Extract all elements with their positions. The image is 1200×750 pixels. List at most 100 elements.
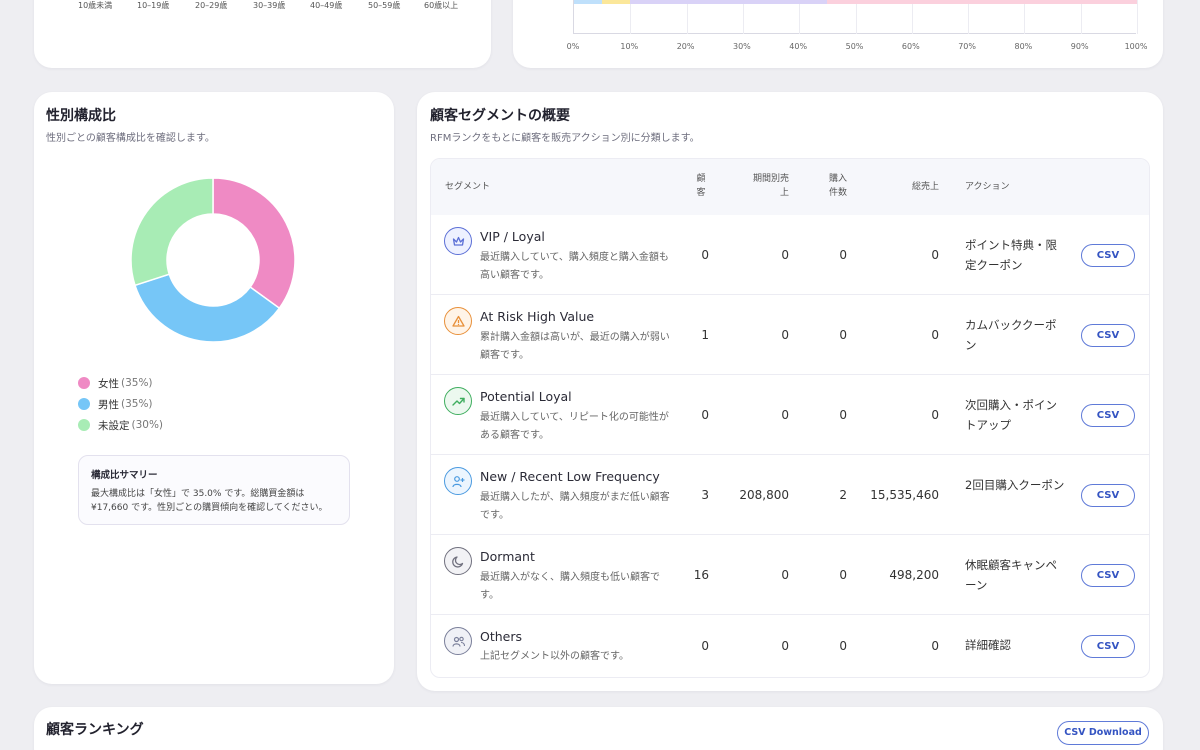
age-tick-label: 40–49歳 (310, 1, 343, 10)
segment-period-sales: 0 (781, 639, 789, 653)
legend-item-female[interactable]: 女性 (35%) (78, 375, 153, 391)
segment-description: 累計購入金額は高いが、最近の購入が弱い顧客です。 (480, 332, 670, 361)
users-icon (444, 627, 472, 655)
age-tick-label: 10歳未満 (78, 1, 113, 10)
stacked-bar-card: 0% 10% 20% 30% 40% 50% 60% 70% 80% 90% 100% (513, 0, 1163, 68)
summary-title: 構成比サマリー (91, 470, 158, 481)
segment-description: 最近購入したが、購入頻度がまだ低い顧客です。 (480, 492, 670, 521)
legend-percent: (30%) (131, 419, 164, 431)
gridline (1024, 0, 1026, 34)
gender-card-title: 性別構成比 (46, 108, 116, 124)
stacked-bar-segment (574, 0, 603, 4)
gender-donut-chart (130, 177, 296, 343)
segment-period-sales: 0 (781, 328, 789, 342)
segment-action: 2回目購入クーポン (965, 478, 1065, 492)
header-action: アクション (965, 182, 1010, 192)
summary-text: 最大構成比は「女性」で 35.0% です。総購買金額は ¥17,660 です。性… (91, 489, 328, 513)
customer-ranking-card: 顧客ランキング CSV Download (34, 707, 1163, 750)
segment-name: New / Recent Low Frequency (480, 469, 660, 484)
segment-card-title: 顧客セグメントの概要 (430, 108, 570, 124)
legend-swatch (78, 419, 90, 431)
segment-card-subtitle: RFMランクをもとに顧客を販売アクション別に分類します。 (430, 133, 700, 144)
x-tick-label: 20% (676, 42, 695, 51)
gridline (1080, 0, 1082, 34)
age-tick-label: 20–29歳 (195, 1, 228, 10)
x-tick-label: 0% (566, 42, 580, 51)
segment-total-sales: 0 (931, 639, 939, 653)
segment-csv-button[interactable]: CSV (1081, 564, 1135, 587)
segment-purchase-count: 0 (839, 639, 847, 653)
segment-purchase-count: 0 (839, 328, 847, 342)
segment-description: 最近購入していて、リピート化の可能性がある顧客です。 (480, 412, 669, 441)
segment-row: Others 上記セグメント以外の顧客です。 0 0 0 0 詳細確認 CSV (431, 615, 1149, 677)
segment-purchase-count: 0 (839, 248, 847, 262)
segment-table-header: セグメント 顧 客 期間別売 上 購入 件数 総売上 アクション (431, 159, 1149, 215)
segment-total-sales: 15,535,460 (870, 488, 939, 502)
moon-icon (444, 547, 472, 575)
gridline (1137, 0, 1138, 34)
stacked-bar-plot (573, 0, 1138, 34)
segment-customers: 3 (701, 488, 709, 502)
gridline (686, 0, 688, 34)
x-tick-label: 90% (1070, 42, 1089, 51)
segment-csv-button[interactable]: CSV (1081, 244, 1135, 267)
segment-csv-button[interactable]: CSV (1081, 635, 1135, 658)
x-tick-label: 40% (789, 42, 808, 51)
segment-row: New / Recent Low Frequency 最近購入したが、購入頻度がま… (431, 455, 1149, 535)
segment-customers: 16 (693, 568, 709, 582)
gridline (855, 0, 857, 34)
header-segment: セグメント (445, 182, 491, 192)
gridline (630, 0, 632, 34)
segment-period-sales: 0 (781, 408, 789, 422)
segment-name: At Risk High Value (480, 309, 595, 324)
legend-label: 女性 (98, 377, 119, 390)
user-plus-icon (444, 467, 472, 495)
donut-slice-未設定[interactable] (130, 177, 214, 287)
segment-purchase-count: 0 (839, 408, 847, 422)
crown-icon (444, 227, 472, 255)
segment-row: At Risk High Value 累計購入金額は高いが、最近の購入が弱い顧客で… (431, 295, 1149, 375)
segment-name: VIP / Loyal (480, 229, 545, 244)
legend-item-male[interactable]: 男性 (35%) (78, 396, 153, 412)
gridline (742, 0, 744, 34)
ranking-csv-download-button[interactable]: CSV Download (1057, 721, 1149, 745)
gridline (968, 0, 970, 34)
segment-customers: 0 (701, 248, 709, 262)
x-tick-label: 100% (1124, 42, 1148, 51)
segment-total-sales: 0 (931, 328, 939, 342)
header-customers: 顧 客 (696, 174, 706, 198)
age-tick-label: 60歳以上 (424, 1, 459, 10)
donut-slice-女性[interactable] (212, 177, 296, 310)
warning-icon (444, 307, 472, 335)
ranking-card-title: 顧客ランキング (46, 722, 144, 738)
legend-item-unset[interactable]: 未設定 (30%) (78, 417, 163, 433)
segment-purchase-count: 0 (839, 568, 847, 582)
segment-table: セグメント 顧 客 期間別売 上 購入 件数 総売上 アクション VIP / L… (430, 158, 1150, 678)
segment-purchase-count: 2 (839, 488, 847, 502)
segment-description: 最近購入していて、購入頻度と購入金額も高い顧客です。 (480, 252, 669, 281)
age-tick-label: 30–39歳 (253, 1, 286, 10)
segment-name: Potential Loyal (480, 389, 572, 404)
gridline (911, 0, 913, 34)
segment-csv-button[interactable]: CSV (1081, 324, 1135, 347)
segment-action: 休眠顧客キャンペーン (965, 558, 1057, 592)
legend-percent: (35%) (121, 398, 153, 410)
segment-customers: 0 (701, 639, 709, 653)
x-tick-label: 50% (845, 42, 864, 51)
segment-csv-button[interactable]: CSV (1081, 484, 1135, 507)
legend-percent: (35%) (121, 377, 153, 389)
segment-customers: 1 (701, 328, 709, 342)
age-tick-label: 10–19歳 (137, 1, 170, 10)
legend-label: 未設定 (98, 419, 130, 432)
segment-csv-button[interactable]: CSV (1081, 404, 1135, 427)
segment-action: 詳細確認 (965, 638, 1011, 652)
stacked-bar-segment (602, 0, 631, 4)
segment-name: Others (480, 629, 523, 644)
legend-swatch (78, 377, 90, 389)
gender-card-subtitle: 性別ごとの顧客構成比を確認します。 (46, 133, 215, 144)
segment-overview-card: 顧客セグメントの概要 RFMランクをもとに顧客を販売アクション別に分類します。 … (417, 92, 1163, 691)
segment-customers: 0 (701, 408, 709, 422)
segment-total-sales: 0 (931, 248, 939, 262)
trend-up-icon (444, 387, 472, 415)
header-purchase-count: 購入 件数 (828, 174, 847, 198)
